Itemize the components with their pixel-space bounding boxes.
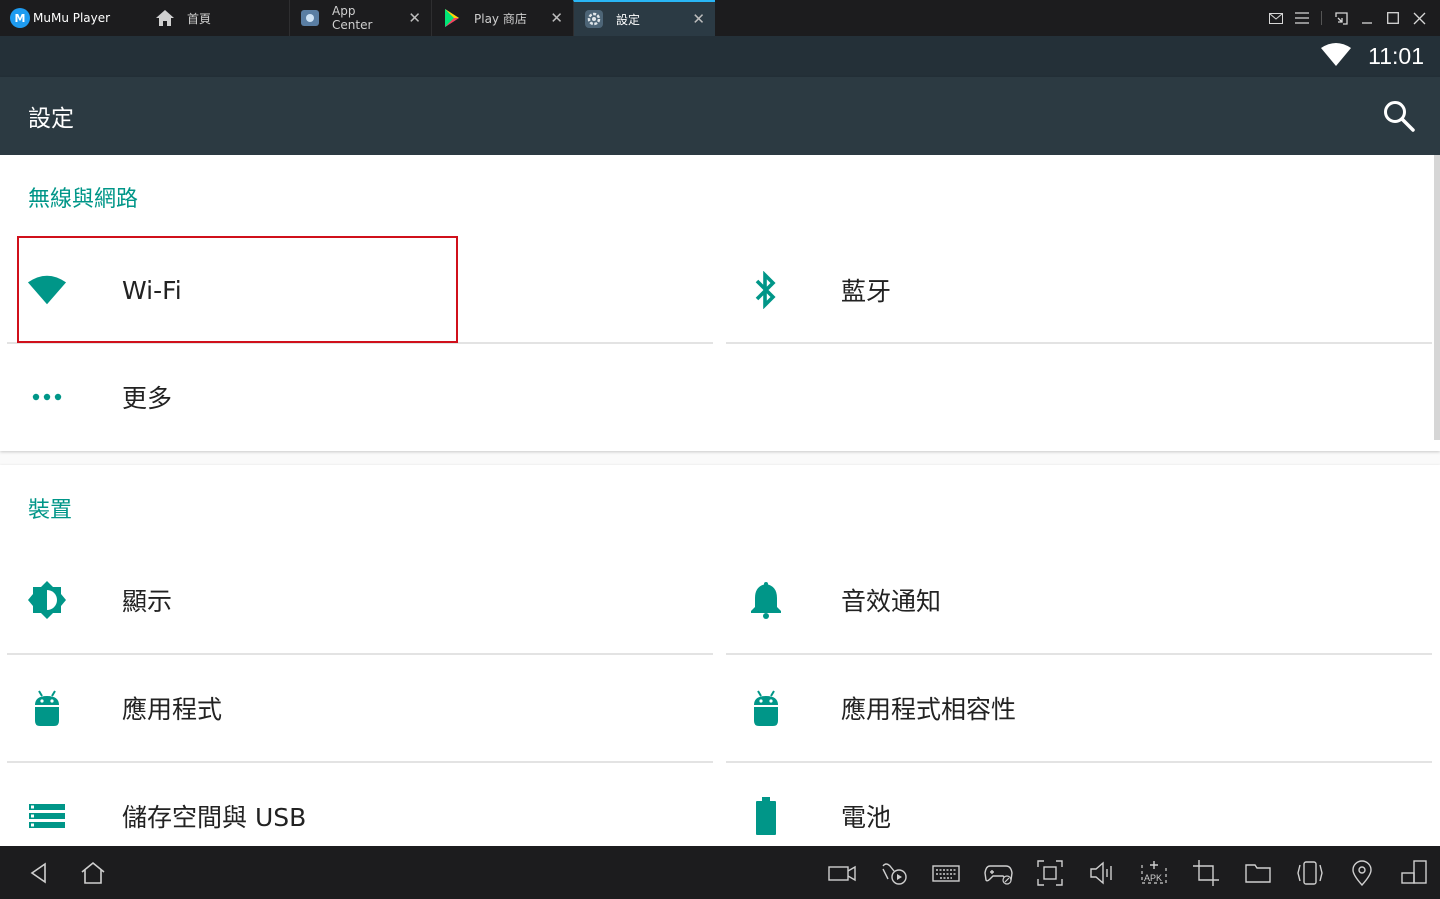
apk-install-icon[interactable]: APK <box>1139 859 1167 887</box>
gamepad-icon[interactable] <box>984 859 1013 887</box>
maximize-icon[interactable] <box>1380 0 1406 36</box>
divider <box>1321 11 1322 25</box>
tab-play-store-label: Play 商店 <box>474 11 527 26</box>
settings-action-bar: 設定 <box>0 77 1440 155</box>
storage-icon <box>27 796 67 836</box>
settings-item-label: 儲存空間與 USB <box>122 803 307 832</box>
settings-item-label: 顯示 <box>122 587 173 616</box>
section-title-wireless: 無線與網路 <box>28 187 139 212</box>
battery-icon <box>746 796 786 836</box>
android-icon <box>746 688 786 728</box>
app-logo: M MuMu Player <box>0 0 145 36</box>
emulator-titlebar: M MuMu Player 首頁 App Center ✕ Play 商店 ✕ … <box>0 0 1440 36</box>
brightness-icon <box>27 580 67 620</box>
status-clock: 11:01 <box>1368 43 1424 69</box>
settings-item-bluetooth[interactable]: 藍牙 <box>726 237 1432 343</box>
tab-play-store[interactable]: Play 商店 ✕ <box>431 0 573 36</box>
settings-item-label: 音效通知 <box>841 587 942 616</box>
close-icon[interactable]: ✕ <box>692 10 705 28</box>
settings-item-label: 更多 <box>122 384 173 413</box>
home-icon <box>155 8 175 28</box>
tab-home-label: 首頁 <box>187 11 212 26</box>
more-dots-icon <box>27 377 67 417</box>
video-record-icon[interactable] <box>828 859 856 887</box>
home-icon[interactable] <box>80 860 106 886</box>
settings-content[interactable]: 無線與網路 Wi-Fi 藍牙 更多 裝置 顯示 音效通知 應用程式 應用程式相容… <box>0 155 1440 846</box>
settings-item-label: 藍牙 <box>841 277 892 306</box>
play-store-icon <box>442 8 462 28</box>
bluetooth-icon <box>746 270 786 310</box>
minimize-icon[interactable] <box>1354 0 1380 36</box>
tab-settings-label: 設定 <box>616 12 641 27</box>
settings-item-label: 電池 <box>841 803 892 832</box>
android-status-bar: 11:01 <box>0 36 1440 77</box>
volume-icon[interactable] <box>1088 859 1116 887</box>
shake-icon[interactable] <box>1296 859 1324 887</box>
emulator-bottom-toolbar: APK <box>0 846 1440 899</box>
tab-settings[interactable]: 設定 ✕ <box>573 0 715 36</box>
device-section: 裝置 顯示 音效通知 應用程式 應用程式相容性 儲存空間與 USB 電池 <box>0 465 1440 846</box>
restore-size-icon[interactable] <box>1328 0 1354 36</box>
search-icon[interactable] <box>1382 99 1416 133</box>
macro-icon[interactable] <box>880 859 908 887</box>
svg-text:APK: APK <box>1144 873 1162 883</box>
tab-app-center-label: App Center <box>332 4 373 32</box>
settings-item-storage[interactable]: 儲存空間與 USB <box>7 763 713 846</box>
settings-item-battery[interactable]: 電池 <box>726 763 1432 846</box>
location-icon[interactable] <box>1348 859 1376 887</box>
settings-item-label: 應用程式 <box>122 695 223 724</box>
window-close-icon[interactable] <box>1406 0 1432 36</box>
bell-icon <box>746 580 786 620</box>
section-title-device: 裝置 <box>28 498 73 523</box>
android-icon <box>27 688 67 728</box>
settings-item-display[interactable]: 顯示 <box>7 547 713 653</box>
screenshot-icon[interactable] <box>1036 859 1064 887</box>
menu-icon[interactable] <box>1289 0 1315 36</box>
settings-item-sound[interactable]: 音效通知 <box>726 547 1432 653</box>
tab-home[interactable]: 首頁 <box>145 0 289 36</box>
mumu-logo-icon: M <box>10 8 30 28</box>
close-icon[interactable]: ✕ <box>550 9 563 27</box>
settings-item-label: 應用程式相容性 <box>841 695 1017 724</box>
settings-item-app-compat[interactable]: 應用程式相容性 <box>726 655 1432 761</box>
keyboard-icon[interactable] <box>932 859 960 887</box>
wireless-network-section: 無線與網路 Wi-Fi 藍牙 更多 <box>0 155 1440 451</box>
close-icon[interactable]: ✕ <box>408 9 421 27</box>
settings-item-more[interactable]: 更多 <box>7 344 713 450</box>
settings-item-apps[interactable]: 應用程式 <box>7 655 713 761</box>
tab-app-center[interactable]: App Center ✕ <box>289 0 431 36</box>
back-icon[interactable] <box>27 860 53 886</box>
window-controls <box>1263 0 1440 36</box>
wifi-highlight-box <box>17 236 458 343</box>
divider <box>726 342 1432 344</box>
mail-icon[interactable] <box>1263 0 1289 36</box>
scrollbar[interactable] <box>1434 155 1440 440</box>
wifi-signal-icon <box>1320 42 1352 71</box>
crop-icon[interactable] <box>1192 859 1220 887</box>
page-title: 設定 <box>28 106 74 132</box>
app-logo-text: MuMu Player <box>33 11 111 25</box>
gear-icon <box>584 9 604 29</box>
rotate-screen-icon[interactable] <box>1400 859 1428 887</box>
app-center-icon <box>300 8 320 28</box>
folder-icon[interactable] <box>1244 859 1272 887</box>
